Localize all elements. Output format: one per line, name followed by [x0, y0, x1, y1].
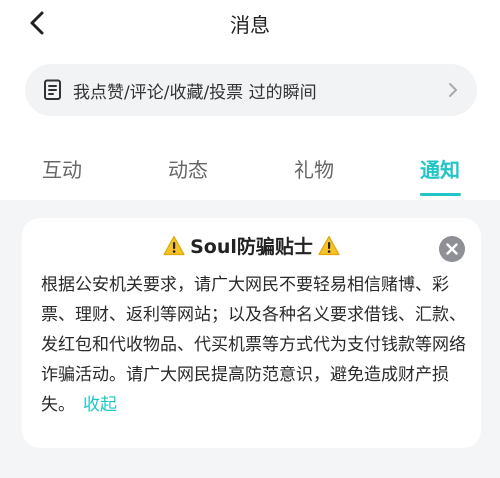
close-icon — [446, 243, 458, 255]
tab-interaction[interactable]: 互动 — [42, 154, 82, 183]
notice-body: 根据公安机关要求，请广大网民不要轻易相信赌博、彩票、理财、返利等网站；以及各种名… — [41, 270, 469, 420]
top-bar: 消息 — [0, 0, 500, 46]
active-tab-indicator — [420, 193, 461, 196]
collapse-link[interactable]: 收起 — [83, 395, 117, 415]
tab-notifications[interactable]: 通知 — [420, 154, 460, 183]
notice-header: Soul防骗贴士 — [22, 232, 481, 259]
interaction-history-label: 我点赞/评论/收藏/投票 过的瞬间 — [73, 83, 317, 103]
tab-gifts[interactable]: 礼物 — [294, 154, 334, 183]
anti-fraud-notice-card: Soul防骗贴士 根据公安机关要求，请广大网民不要轻易相信赌博、彩票、理财、返利… — [22, 218, 481, 448]
notice-title: Soul防骗贴士 — [190, 236, 313, 258]
warning-icon — [163, 235, 185, 256]
chevron-right-icon — [449, 83, 457, 97]
tab-moments[interactable]: 动态 — [168, 154, 208, 183]
notice-text: 根据公安机关要求，请广大网民不要轻易相信赌博、彩票、理财、返利等网站；以及各种名… — [41, 275, 466, 415]
interaction-history-entry[interactable]: 我点赞/评论/收藏/投票 过的瞬间 — [25, 64, 477, 116]
close-notice-button[interactable] — [439, 236, 465, 262]
tab-bar: 互动 动态 礼物 通知 — [0, 150, 500, 200]
document-icon — [44, 79, 61, 100]
warning-icon — [318, 235, 340, 256]
page-title: 消息 — [230, 13, 270, 37]
